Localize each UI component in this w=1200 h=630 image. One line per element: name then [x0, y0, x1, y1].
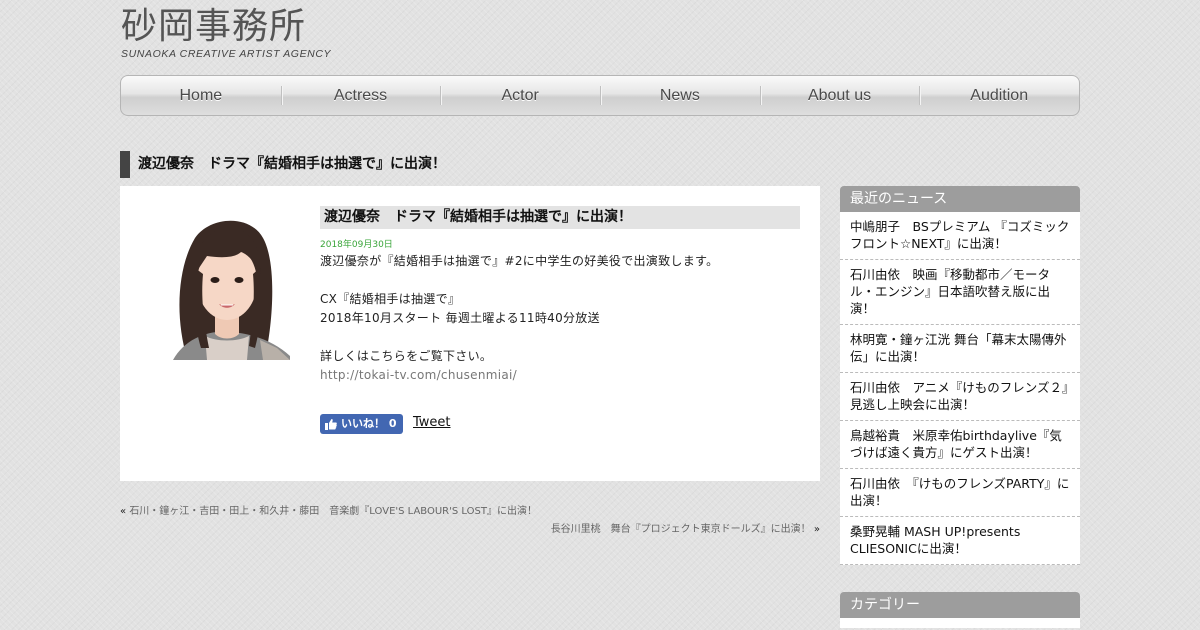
category-widget: カテゴリー — [840, 592, 1080, 628]
actress-photo — [165, 208, 290, 360]
next-post-link[interactable]: 長谷川里桃 舞台『プロジェクト東京ドールズ』に出演！ » — [551, 520, 820, 535]
recent-news-title: 最近のニュース — [840, 186, 1080, 212]
recent-news-widget: 最近のニュース 中嶋朋子 BSプレミアム 『コズミックフロント☆NEXT』に出演… — [840, 186, 1080, 565]
article-external-link[interactable]: http://tokai-tv.com/chusenmiai/ — [320, 368, 517, 382]
news-item[interactable]: 林明寛・鐘ヶ江洸 舞台「幕末太陽傳外伝」に出演！ — [840, 325, 1080, 373]
next-post-title[interactable]: 長谷川里桃 舞台『プロジェクト東京ドールズ』に出演！ — [551, 524, 811, 535]
nav-news[interactable]: News — [600, 76, 760, 115]
previous-post-link[interactable]: « 石川・鐘ヶ江・吉田・田上・和久井・藤田 音楽劇『LOVE'S LABOUR'… — [120, 502, 537, 517]
next-arrow: » — [813, 524, 820, 535]
article-line: 詳しくはこちらをご覧下さい。 — [320, 349, 493, 363]
news-item[interactable]: 鳥越裕貴 米原幸佑birthdaylive『気づけば遠く貴方』にゲスト出演！ — [840, 421, 1080, 469]
article-heading: 渡辺優奈 ドラマ『結婚相手は抽選で』に出演！ — [320, 206, 800, 229]
article-body: 渡辺優奈が『結婚相手は抽選で』#2に中学生の好美役で出演致します。 CX『結婚相… — [320, 252, 800, 385]
article-line: CX『結婚相手は抽選で』 — [320, 292, 461, 306]
news-item[interactable]: 石川由依 アニメ『けものフレンズ２』見逃し上映会に出演！ — [840, 373, 1080, 421]
article-date: 2018年09月30日 — [320, 240, 393, 250]
nav-about-us[interactable]: About us — [759, 76, 920, 115]
category-list — [840, 618, 1080, 628]
nav-actress[interactable]: Actress — [280, 76, 441, 115]
news-item[interactable]: 桑野晃輔 MASH UP!presents CLIESONICに出演！ — [840, 517, 1080, 565]
tweet-button[interactable]: Tweet — [413, 415, 451, 430]
nav-home[interactable]: Home — [121, 76, 281, 115]
nav-audition[interactable]: Audition — [919, 76, 1079, 115]
article-card: 渡辺優奈 ドラマ『結婚相手は抽選で』に出演！ 2018年09月30日 渡辺優奈が… — [120, 186, 820, 481]
news-item[interactable]: 石川由依 『けものフレンズPARTY』に出演！ — [840, 469, 1080, 517]
news-item[interactable]: 中嶋朋子 BSプレミアム 『コズミックフロント☆NEXT』に出演！ — [840, 212, 1080, 260]
article-line: 2018年10月スタート 毎週土曜よる11時40分放送 — [320, 311, 600, 325]
prev-arrow: « — [120, 506, 127, 517]
category-title: カテゴリー — [840, 592, 1080, 618]
nav-actor[interactable]: Actor — [440, 76, 600, 115]
prev-post-title[interactable]: 石川・鐘ヶ江・吉田・田上・和久井・藤田 音楽劇『LOVE'S LABOUR'S … — [129, 506, 537, 517]
logo-subtitle: SUNAOKA CREATIVE ARTIST AGENCY — [121, 48, 332, 60]
facebook-like-button[interactable]: いいね！ 0 — [320, 414, 403, 434]
facebook-like-label: いいね！ 0 — [341, 417, 397, 430]
recent-news-list: 中嶋朋子 BSプレミアム 『コズミックフロント☆NEXT』に出演！ 石川由依 映… — [840, 212, 1080, 565]
news-item[interactable]: 石川由依 映画『移動都市／モータル・エンジン』日本語吹替え版に出演！ — [840, 260, 1080, 325]
logo-title[interactable]: 砂岡事務所 — [121, 6, 306, 48]
thumbs-up-icon — [325, 419, 337, 430]
main-nav: Home Actress Actor News About us Auditio… — [120, 75, 1080, 116]
article-line: 渡辺優奈が『結婚相手は抽選で』#2に中学生の好美役で出演致します。 — [320, 254, 719, 268]
page-title: 渡辺優奈 ドラマ『結婚相手は抽選で』に出演！ — [120, 151, 446, 178]
